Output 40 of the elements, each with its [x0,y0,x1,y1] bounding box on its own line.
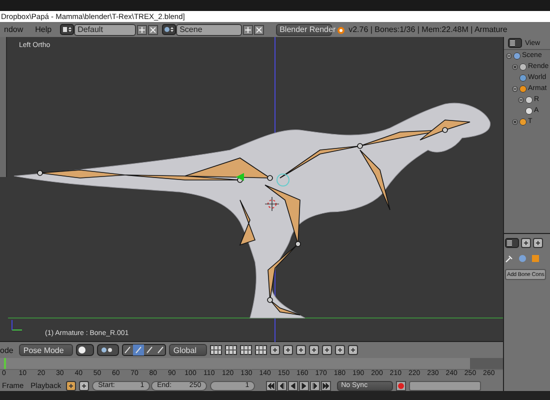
keyframe-back-icon[interactable] [277,380,288,390]
close-icon[interactable] [148,24,158,34]
arrow-icon [236,173,244,181]
layers-grid-icon [240,345,252,355]
collapse-icon[interactable] [518,96,524,102]
collapse-icon[interactable] [512,86,518,92]
layers-grid-icon [225,345,238,355]
tool-shelf-strip[interactable] [0,37,7,177]
scene-field[interactable]: Scene [176,24,242,36]
expand-icon[interactable] [512,64,518,70]
keying-set-field[interactable] [409,380,482,390]
screen-layout-field[interactable]: Default [74,24,136,36]
manipulator-icon[interactable] [122,344,166,356]
layers-grid-icon [255,345,268,355]
keyframe-forward-icon[interactable] [310,380,320,390]
properties-icon[interactable] [505,238,519,248]
status-stats: v2.76 | Bones:1/36 | Mem:22.48M | Armature [348,25,508,34]
orientation-dropdown[interactable]: Global [169,344,208,356]
screen-layout-icon[interactable] [60,24,74,35]
menu-item[interactable]: Help [31,25,56,34]
jump-start-icon[interactable] [266,380,276,390]
pivot-icon[interactable] [97,344,120,356]
close-icon[interactable] [254,24,264,34]
jump-end-icon[interactable] [321,380,332,390]
blender-logo-icon [336,24,346,34]
play-icon[interactable] [299,380,310,390]
outliner-icon[interactable] [508,38,522,48]
3d-cursor-icon [264,196,280,212]
collapse-icon[interactable] [506,52,512,58]
mode-dropdown[interactable]: Pose Mode [19,344,74,356]
play-reverse-icon[interactable] [288,380,298,390]
add-icon[interactable] [136,24,147,34]
axis-gizmo-icon [12,320,22,330]
expand-icon[interactable] [512,118,518,124]
record-icon[interactable] [396,380,406,390]
menu-item[interactable]: ode [0,346,14,354]
add-icon[interactable] [242,24,253,34]
menu-item[interactable]: ndow [0,25,28,34]
pin-icon[interactable] [505,254,514,263]
layers-grid-icon [210,345,222,355]
